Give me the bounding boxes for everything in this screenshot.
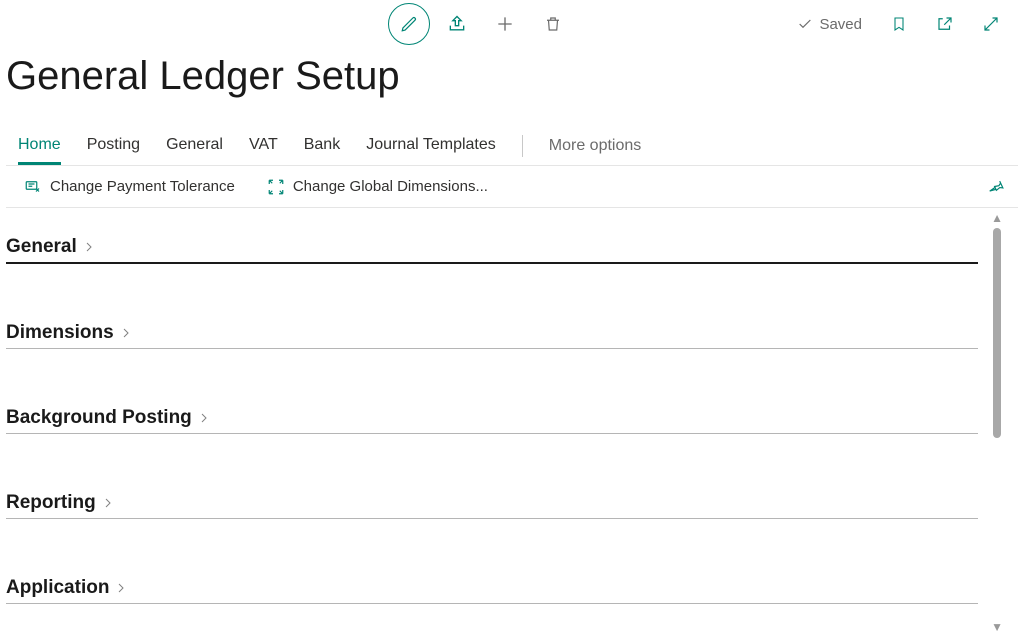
chevron-right-icon xyxy=(120,326,132,340)
payment-tolerance-icon xyxy=(24,178,42,196)
tab-label: Posting xyxy=(87,136,140,154)
tab-label: General xyxy=(166,136,223,154)
dimensions-icon xyxy=(267,178,285,196)
action-label: Change Payment Tolerance xyxy=(50,178,235,195)
share-button[interactable] xyxy=(436,3,478,45)
tab-home[interactable]: Home xyxy=(18,127,61,165)
chevron-right-icon xyxy=(102,496,114,510)
tab-label: Journal Templates xyxy=(366,136,496,154)
plus-icon xyxy=(495,14,515,34)
top-toolbar: Saved xyxy=(0,0,1024,48)
chevron-right-icon xyxy=(83,240,95,254)
chevron-right-icon xyxy=(198,411,210,425)
section-background-posting[interactable]: Background Posting xyxy=(6,407,978,434)
tab-more-options[interactable]: More options xyxy=(549,137,642,155)
tab-journal-templates[interactable]: Journal Templates xyxy=(366,127,496,165)
edit-button[interactable] xyxy=(388,3,430,45)
new-button[interactable] xyxy=(484,3,526,45)
trash-icon xyxy=(544,14,562,34)
tab-more-label: More options xyxy=(549,137,642,154)
section-label: Reporting xyxy=(6,492,96,514)
section-reporting[interactable]: Reporting xyxy=(6,492,978,519)
expand-icon xyxy=(982,15,1000,33)
section-label: General xyxy=(6,236,77,258)
tab-bank[interactable]: Bank xyxy=(304,127,340,165)
expand-button[interactable] xyxy=(970,3,1012,45)
chevron-right-icon xyxy=(115,581,127,595)
popout-button[interactable] xyxy=(924,3,966,45)
section-label: Background Posting xyxy=(6,407,192,429)
saved-status: Saved xyxy=(787,16,872,33)
tab-divider xyxy=(522,135,523,157)
action-label: Change Global Dimensions... xyxy=(293,178,488,195)
pencil-icon xyxy=(400,15,418,33)
pin-button[interactable] xyxy=(982,173,1010,201)
content-area: General Dimensions Background Posting Re… xyxy=(0,208,1024,631)
check-icon xyxy=(797,16,813,32)
bookmark-button[interactable] xyxy=(878,3,920,45)
popout-icon xyxy=(936,15,954,33)
action-change-payment-tolerance[interactable]: Change Payment Tolerance xyxy=(24,178,235,196)
tabs-bar: Home Posting General VAT Bank Journal Te… xyxy=(6,127,1018,166)
section-label: Dimensions xyxy=(6,322,114,344)
page-title: General Ledger Setup xyxy=(6,54,1024,99)
section-application[interactable]: Application xyxy=(6,577,978,604)
tab-vat[interactable]: VAT xyxy=(249,127,278,165)
tab-label: Bank xyxy=(304,136,340,154)
section-dimensions[interactable]: Dimensions xyxy=(6,322,978,349)
saved-status-label: Saved xyxy=(819,16,862,33)
scroll-thumb[interactable] xyxy=(993,228,1001,438)
tab-label: Home xyxy=(18,136,61,154)
delete-button[interactable] xyxy=(532,3,574,45)
actions-row: Change Payment Tolerance Change Global D… xyxy=(6,166,1018,208)
scroll-up-arrow[interactable]: ▲ xyxy=(991,212,1003,224)
tab-label: VAT xyxy=(249,136,278,154)
scrollbar[interactable]: ▲ ▼ xyxy=(992,212,1002,631)
bookmark-icon xyxy=(891,14,907,34)
section-general[interactable]: General xyxy=(6,236,978,264)
scroll-down-arrow[interactable]: ▼ xyxy=(991,621,1003,631)
tab-posting[interactable]: Posting xyxy=(87,127,140,165)
tab-general[interactable]: General xyxy=(166,127,223,165)
section-label: Application xyxy=(6,577,109,599)
pin-icon xyxy=(987,178,1005,196)
action-change-global-dimensions[interactable]: Change Global Dimensions... xyxy=(267,178,488,196)
share-icon xyxy=(447,14,467,34)
